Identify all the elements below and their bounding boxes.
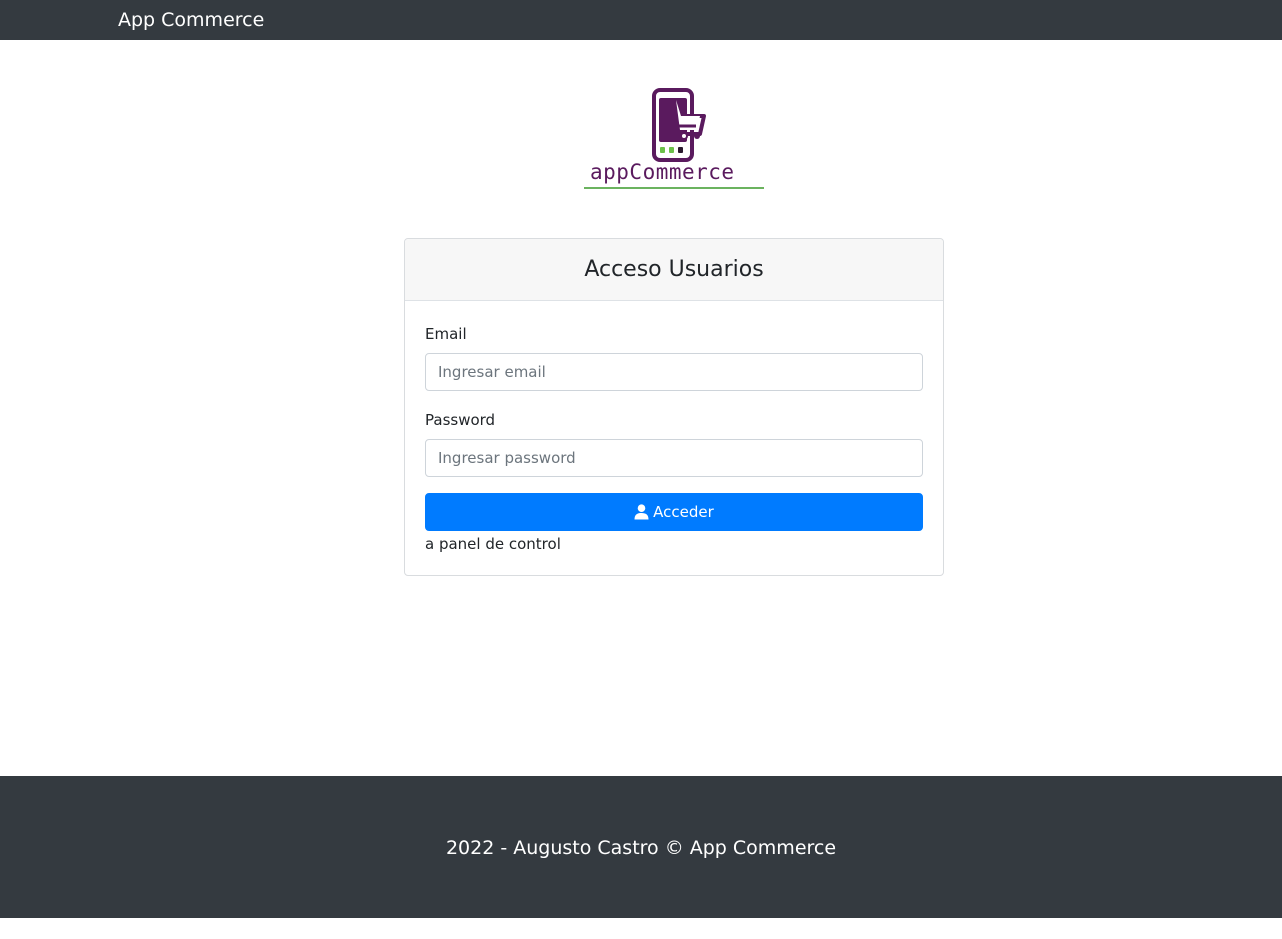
login-card: Acceso Usuarios Email Password Acceder a…	[404, 238, 944, 576]
card-header: Acceso Usuarios	[405, 239, 943, 301]
login-button-label: Acceder	[653, 503, 714, 521]
login-subtext: a panel de control	[425, 535, 561, 553]
user-icon	[634, 504, 649, 520]
footer-copyright: 2022 - Augusto Castro © App Commerce	[445, 837, 837, 859]
password-input[interactable]	[425, 439, 923, 477]
login-title: Acceso Usuarios	[584, 256, 764, 282]
page-footer: 2022 - Augusto Castro © App Commerce	[0, 776, 1282, 918]
email-label: Email	[425, 325, 467, 343]
login-button[interactable]: Acceder	[425, 493, 923, 531]
email-input[interactable]	[425, 353, 923, 391]
app-logo: appCommerce	[580, 86, 770, 192]
top-navbar: App Commerce	[0, 0, 1282, 40]
logo-wordmark: appCommerce	[590, 160, 735, 184]
password-label: Password	[425, 411, 496, 429]
navbar-brand[interactable]: App Commerce	[118, 8, 264, 32]
